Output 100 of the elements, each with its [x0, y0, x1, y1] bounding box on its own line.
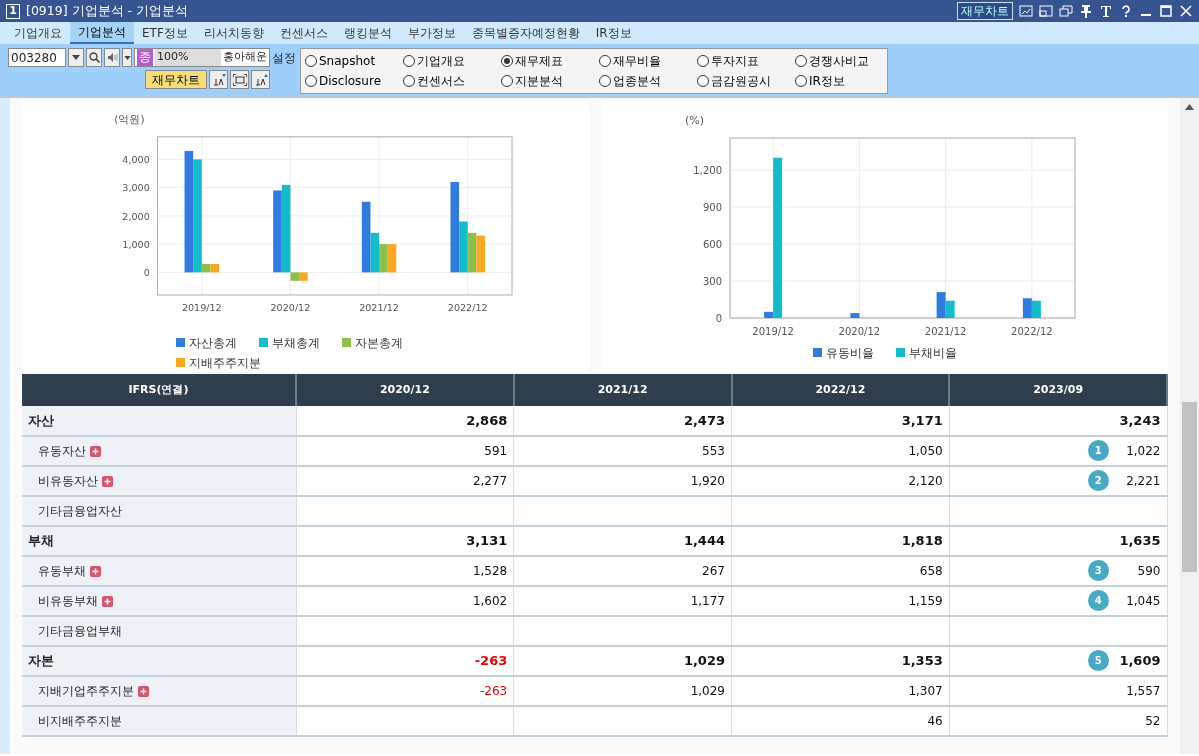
- x-tick-label: 2019/12: [181, 302, 222, 314]
- column-header: 2020/12: [296, 374, 514, 406]
- expand-icon[interactable]: [102, 596, 113, 607]
- vertical-scrollbar[interactable]: [1180, 98, 1199, 754]
- row-label: 유동부채: [38, 564, 86, 578]
- font-decrease-button[interactable]: [209, 70, 228, 89]
- radio-option[interactable]: 재무제표: [501, 51, 599, 71]
- axis-unit-label: (%): [684, 114, 704, 127]
- table-cell: 1,609: [1119, 653, 1161, 669]
- radio-button[interactable]: [305, 75, 317, 87]
- y-tick-label: 0: [715, 313, 722, 324]
- row-label: 유동자산: [38, 444, 86, 458]
- radio-button[interactable]: [305, 55, 317, 67]
- radio-option[interactable]: IR정보: [795, 71, 893, 91]
- legend-item: 지배주주지분: [175, 354, 261, 372]
- radio-button[interactable]: [599, 55, 611, 67]
- financial-chart-button[interactable]: 재무차트: [145, 70, 207, 89]
- radio-option[interactable]: 투자지표: [697, 51, 795, 71]
- table-cell: 2,277: [472, 474, 508, 488]
- font-icon[interactable]: [1099, 4, 1113, 18]
- callout-marker: 4: [1087, 590, 1109, 611]
- radio-button[interactable]: [795, 75, 807, 87]
- row-label: 비유동부채: [38, 594, 98, 608]
- window-layout-icon[interactable]: [1039, 4, 1053, 18]
- table-cell: 553: [702, 444, 725, 458]
- stock-code-field[interactable]: 003280: [8, 48, 66, 67]
- maximize-icon[interactable]: [1159, 4, 1173, 18]
- radio-option[interactable]: Snapshot: [305, 51, 403, 71]
- radio-option[interactable]: 기업개요: [403, 51, 501, 71]
- radio-option[interactable]: 재무비율: [599, 51, 697, 71]
- radio-option[interactable]: 컨센서스: [403, 71, 501, 91]
- menu-tab[interactable]: 랭킹분석: [335, 22, 400, 44]
- search-button[interactable]: [86, 48, 102, 67]
- dropdown-button[interactable]: [68, 48, 84, 67]
- radio-button[interactable]: [501, 75, 513, 87]
- copy-window-icon[interactable]: [1059, 4, 1073, 18]
- expand-icon[interactable]: [90, 566, 101, 577]
- column-header: 2022/12: [731, 374, 950, 406]
- table-cell: 2,473: [683, 412, 725, 428]
- radio-option[interactable]: 업종분석: [599, 71, 697, 91]
- font-increase-button[interactable]: [251, 70, 270, 89]
- y-tick-label: 1,000: [121, 238, 150, 250]
- bar: [1031, 300, 1041, 318]
- radio-button[interactable]: [599, 75, 611, 87]
- dropdown-button[interactable]: [122, 48, 132, 67]
- settings-label[interactable]: 설정: [272, 48, 296, 67]
- speaker-button[interactable]: [104, 48, 120, 67]
- menu-tab[interactable]: 리서치동향: [195, 22, 272, 44]
- table-cell: 1,045: [1126, 594, 1161, 608]
- y-tick-label: 4,000: [121, 154, 150, 166]
- radio-button[interactable]: [697, 75, 709, 87]
- radio-button[interactable]: [403, 75, 415, 87]
- menu-tab[interactable]: 기업개요: [6, 22, 70, 44]
- pin-icon[interactable]: [1079, 4, 1093, 18]
- row-label: 비유동자산: [38, 474, 98, 488]
- financial-chart-button[interactable]: 재무차트: [957, 2, 1013, 20]
- menu-tab[interactable]: ETF정보: [134, 22, 196, 44]
- y-tick-label: 3,000: [121, 182, 150, 194]
- menu-tab[interactable]: 부가정보: [399, 22, 464, 44]
- radio-button[interactable]: [697, 55, 709, 67]
- scrollbar-thumb[interactable]: [1182, 402, 1197, 572]
- radio-button[interactable]: [795, 55, 807, 67]
- chart-icon[interactable]: [1019, 4, 1033, 18]
- close-icon[interactable]: [1179, 4, 1193, 18]
- menu-tab[interactable]: 기업분석: [70, 22, 134, 44]
- radio-button[interactable]: [501, 55, 513, 67]
- table-cell: 1,029: [683, 653, 725, 669]
- bar: [387, 244, 396, 273]
- y-tick-label: 900: [702, 202, 722, 214]
- table-cell: 1,818: [901, 533, 943, 549]
- expand-icon[interactable]: [138, 686, 149, 697]
- bar: [467, 232, 476, 273]
- legend-item: 유동비율: [812, 344, 874, 362]
- menu-tab[interactable]: 종목별증자예정현황: [463, 22, 588, 44]
- stock-name-field[interactable]: 종 100% 흥아해운: [134, 48, 270, 67]
- radio-option[interactable]: 금감원공시: [697, 71, 795, 91]
- axis-unit-label: (억원): [113, 113, 145, 126]
- scroll-up-icon[interactable]: [1185, 103, 1194, 110]
- expand-icon[interactable]: [102, 476, 113, 487]
- x-tick-label: 2021/12: [358, 302, 399, 314]
- table-cell: 267: [702, 564, 725, 578]
- column-header: 2021/12: [513, 374, 732, 406]
- radio-option[interactable]: Disclosure: [305, 71, 403, 91]
- menu-tab[interactable]: IR정보: [587, 22, 640, 44]
- radio-option[interactable]: 경쟁사비교: [795, 51, 893, 71]
- x-tick-label: 2022/12: [1010, 326, 1053, 337]
- radio-option[interactable]: 지분분석: [501, 71, 599, 91]
- row-label: 자본: [22, 646, 296, 676]
- radio-button[interactable]: [403, 55, 415, 67]
- fit-screen-button[interactable]: [230, 70, 249, 89]
- table-cell: 1,159: [908, 594, 943, 608]
- expand-icon[interactable]: [90, 446, 101, 457]
- table-cell: 46: [927, 714, 943, 728]
- menu-tab[interactable]: 컨센서스: [271, 22, 336, 44]
- column-header: 2023/09: [949, 374, 1167, 406]
- table-cell: 658: [919, 564, 943, 578]
- help-icon[interactable]: [1119, 4, 1133, 18]
- table-cell: 52: [1145, 714, 1161, 728]
- table-cell: 1,307: [908, 684, 943, 698]
- table-cell: 1,022: [1126, 444, 1161, 458]
